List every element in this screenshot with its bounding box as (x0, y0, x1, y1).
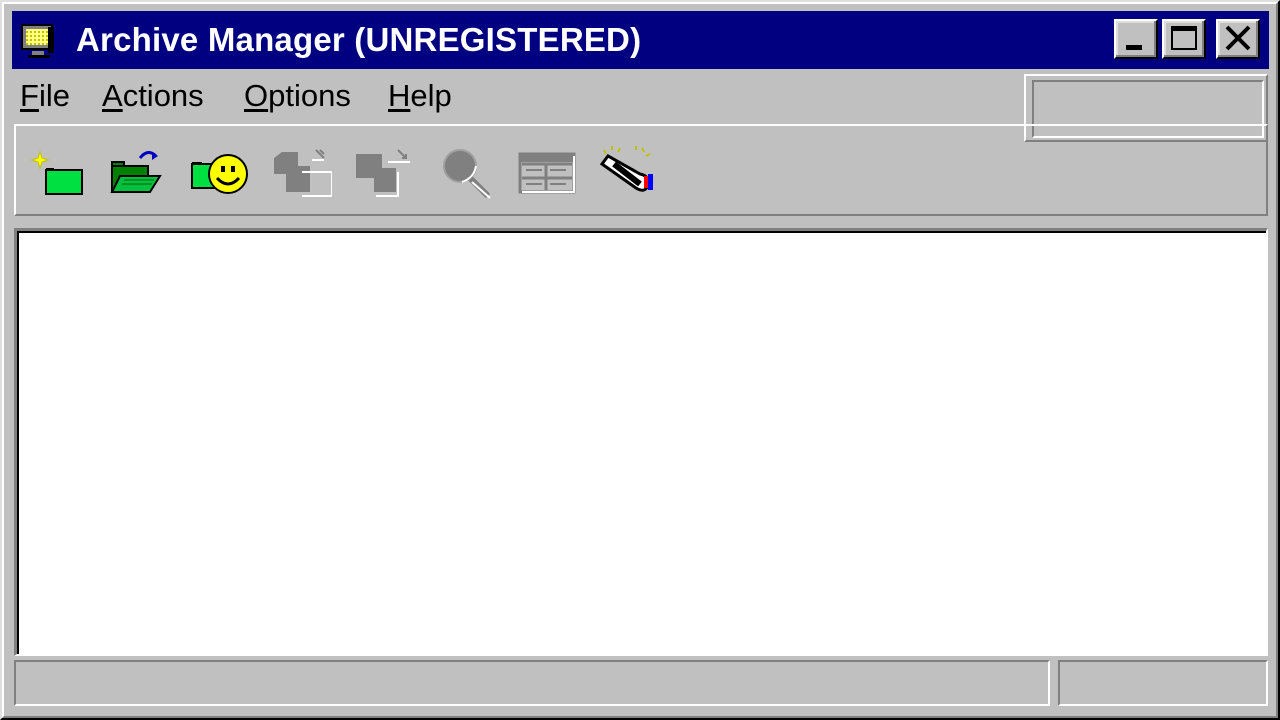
checkout-icon[interactable] (516, 144, 576, 200)
status-bar (14, 660, 1268, 708)
minimize-button[interactable] (1114, 19, 1158, 59)
maximize-button[interactable] (1162, 19, 1206, 59)
menu-file-mnemonic: F (20, 78, 39, 113)
menu-help[interactable]: Help (388, 74, 452, 118)
menu-options[interactable]: Options (244, 74, 351, 118)
window-title: Archive Manager (UNREGISTERED) (76, 21, 642, 58)
menu-actions-label-rest: ctions (122, 78, 204, 113)
menu-help-mnemonic: H (388, 78, 411, 113)
extract-icon[interactable] (352, 144, 412, 200)
wizard-icon[interactable] (596, 144, 656, 200)
menu-options-mnemonic: O (244, 78, 269, 113)
new-archive-icon[interactable] (30, 144, 90, 200)
archive-manager-app-icon[interactable] (18, 19, 62, 63)
menu-actions[interactable]: Actions (102, 74, 204, 118)
close-icon (1225, 25, 1251, 51)
favorites-icon[interactable] (190, 144, 250, 200)
archive-list-view[interactable] (14, 228, 1268, 656)
close-button[interactable] (1216, 19, 1260, 59)
menu-options-label-rest: ptions (268, 78, 351, 113)
menu-help-label-rest: elp (410, 78, 452, 113)
app-window: Archive Manager (UNREGISTERED) File Acti… (0, 0, 1280, 720)
status-pane-secondary (1058, 660, 1268, 706)
menu-file-label-rest: ile (38, 78, 70, 113)
menu-bar: File Actions Options Help (12, 72, 1020, 120)
add-files-icon[interactable] (272, 144, 332, 200)
toolbar (14, 124, 1268, 216)
archive-list-inset (17, 231, 1266, 654)
open-archive-icon[interactable] (106, 144, 166, 200)
view-icon[interactable] (436, 144, 496, 200)
menu-actions-mnemonic: A (102, 78, 123, 113)
minimize-icon (1126, 45, 1142, 50)
maximize-icon (1171, 26, 1197, 50)
title-bar[interactable]: Archive Manager (UNREGISTERED) (12, 11, 1269, 69)
status-pane-main (14, 660, 1050, 706)
menu-file[interactable]: File (20, 74, 70, 118)
